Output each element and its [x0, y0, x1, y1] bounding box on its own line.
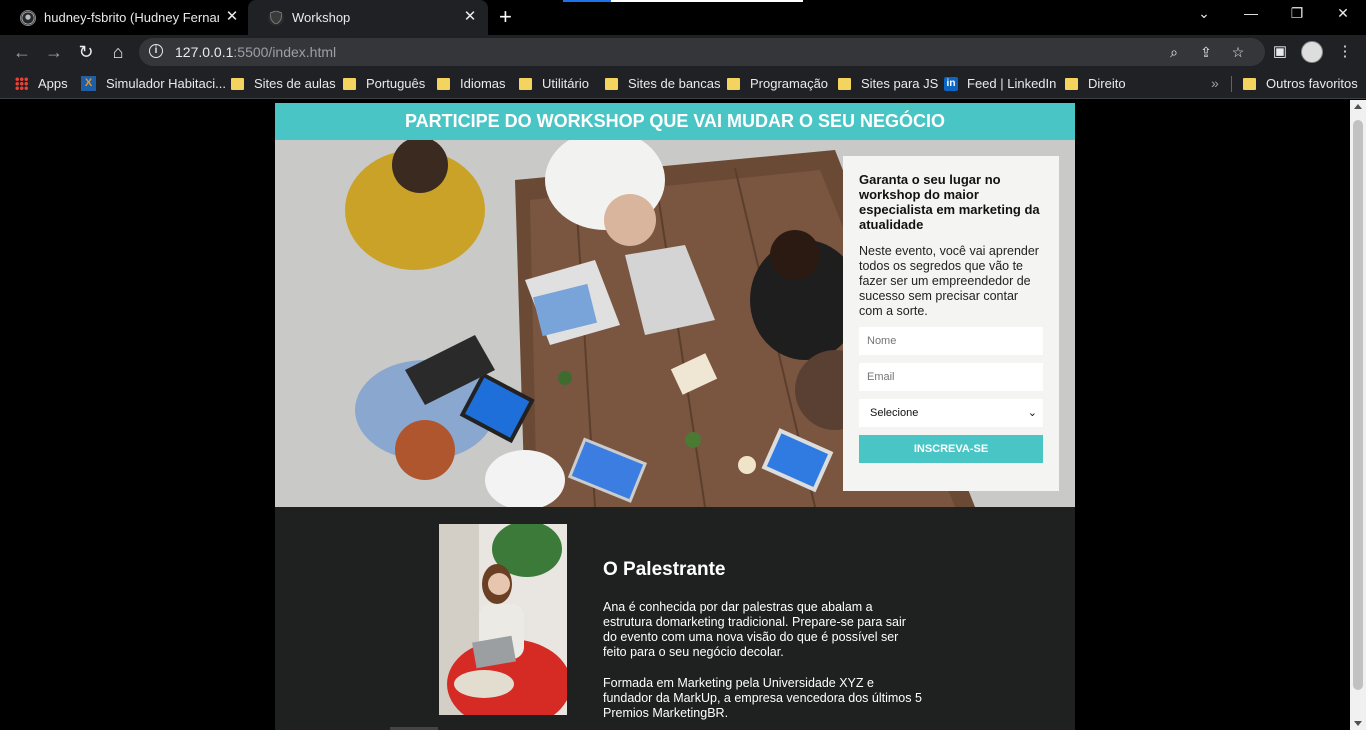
address-bar[interactable]: i 127.0.0.1:5500/index.html ⌕ ⇪ ☆ — [139, 38, 1265, 66]
tab-search-chevron-down-icon[interactable]: ⌄ — [1193, 5, 1215, 22]
bookmark-star-icon[interactable]: ☆ — [1229, 43, 1247, 61]
scroll-up-arrow-icon[interactable] — [1354, 104, 1362, 109]
reload-icon[interactable]: ↻ — [75, 41, 97, 63]
scroll-down-arrow-icon[interactable] — [1354, 721, 1362, 726]
bookmark-label: Feed | LinkedIn — [967, 76, 1057, 91]
speaker-photo — [439, 524, 567, 715]
more-bookmarks-chevron-icon[interactable]: » — [1211, 75, 1219, 91]
folder-icon — [727, 77, 740, 90]
close-icon[interactable]: ✕ — [462, 9, 478, 25]
close-icon[interactable]: ✕ — [224, 9, 240, 25]
bookmarks-divider — [1231, 76, 1232, 92]
option-select[interactable]: Selecione ⌄ — [859, 399, 1043, 427]
bookmark-label: Simulador Habitaci... — [106, 76, 226, 91]
signup-card: Garanta o seu lugar no workshop do maior… — [843, 156, 1059, 491]
email-input[interactable] — [859, 363, 1043, 391]
share-icon[interactable]: ⇪ — [1197, 43, 1215, 61]
menu-kebab-icon[interactable]: ⋮ — [1335, 43, 1355, 63]
bookmark-sites-para-js[interactable]: Sites para JS — [838, 76, 938, 91]
bookmark-portugues[interactable]: Português — [343, 76, 425, 91]
name-input[interactable] — [859, 327, 1043, 355]
subscribe-button[interactable]: INSCREVA-SE — [859, 435, 1043, 463]
tab-github[interactable]: hudney-fsbrito (Hudney Fernand ✕ — [0, 0, 250, 35]
speaker-section: O Palestrante Ana é conhecida por dar pa… — [275, 507, 1075, 730]
signup-heading: Garanta o seu lugar no workshop do maior… — [859, 172, 1040, 232]
scrollbar-thumb[interactable] — [1353, 120, 1363, 690]
folder-icon — [437, 77, 450, 90]
chevron-down-icon: ⌄ — [1027, 407, 1037, 419]
new-tab-plus-icon[interactable]: + — [499, 6, 512, 28]
bookmark-label: Idiomas — [460, 76, 506, 91]
url-text[interactable]: 127.0.0.1:5500/index.html — [175, 44, 336, 60]
url-path: :5500/index.html — [233, 44, 337, 60]
tab-title: Workshop — [292, 10, 351, 25]
bookmark-label: Programação — [750, 76, 829, 91]
bookmark-outros-favoritos[interactable]: Outros favoritos — [1243, 76, 1358, 91]
bookmark-label: Direito — [1088, 76, 1126, 91]
hero-section: Garanta o seu lugar no workshop do maior… — [275, 140, 1075, 507]
bookmark-label: Português — [366, 76, 426, 91]
apps-grid-icon — [15, 77, 28, 90]
browser-titlebar: hudney-fsbrito (Hudney Fernand ✕ Worksho… — [0, 0, 1366, 35]
minimize-icon[interactable]: — — [1240, 5, 1262, 21]
signup-description: Neste evento, você vai aprender todos os… — [859, 244, 1039, 318]
bookmark-linkedin[interactable]: in Feed | LinkedIn — [944, 76, 1056, 91]
bookmark-label: Sites para JS — [861, 76, 939, 91]
shield-icon — [268, 9, 284, 26]
avatar[interactable] — [1301, 41, 1323, 63]
folder-icon — [1065, 77, 1078, 90]
bookmark-simulador[interactable]: X Simulador Habitaci... — [81, 76, 226, 91]
tab-strip-indicator-accent — [563, 0, 611, 2]
back-arrow-icon[interactable]: ← — [11, 41, 33, 63]
restore-icon[interactable]: ❐ — [1286, 5, 1308, 22]
page-scrollbar[interactable] — [1350, 100, 1366, 730]
bookmark-label: Outros favoritos — [1266, 76, 1358, 91]
browser-toolbar: ← → ↻ ⌂ i 127.0.0.1:5500/index.html ⌕ ⇪ … — [0, 35, 1366, 69]
side-panel-icon[interactable]: ▣ — [1270, 43, 1290, 63]
site-info-icon[interactable]: i — [149, 44, 163, 58]
bookmark-sites-de-aulas[interactable]: Sites de aulas — [231, 76, 336, 91]
bookmark-utilitario[interactable]: Utilitário — [519, 76, 589, 91]
bookmark-label: Sites de bancas — [628, 76, 721, 91]
bookmarks-bar: Apps X Simulador Habitaci... Sites de aul… — [0, 69, 1366, 99]
folder-icon — [343, 77, 356, 90]
tab-title: hudney-fsbrito (Hudney Fernand — [44, 10, 219, 25]
bookmark-programacao[interactable]: Programação — [727, 76, 828, 91]
select-value: Selecione — [870, 407, 919, 419]
home-icon[interactable]: ⌂ — [107, 41, 129, 63]
caixa-icon: X — [81, 76, 96, 91]
url-host: 127.0.0.1 — [175, 44, 234, 60]
bookmark-sites-de-bancas[interactable]: Sites de bancas — [605, 76, 721, 91]
folder-icon — [231, 77, 244, 90]
speaker-credentials: Formada em Marketing pela Universidade X… — [603, 676, 922, 720]
folder-icon — [605, 77, 618, 90]
bookmark-direito[interactable]: Direito — [1065, 76, 1126, 91]
bookmark-label: Apps — [38, 76, 68, 91]
linkedin-icon: in — [944, 76, 958, 91]
bookmark-label: Sites de aulas — [254, 76, 336, 91]
page-container: PARTICIPE DO WORKSHOP QUE VAI MUDAR O SE… — [275, 103, 1075, 730]
bookmark-idiomas[interactable]: Idiomas — [437, 76, 506, 91]
forward-arrow-icon[interactable]: → — [43, 41, 65, 63]
page-banner: PARTICIPE DO WORKSHOP QUE VAI MUDAR O SE… — [275, 103, 1075, 140]
page-viewport: PARTICIPE DO WORKSHOP QUE VAI MUDAR O SE… — [0, 100, 1350, 730]
speaker-title: O Palestrante — [603, 559, 726, 580]
speaker-info: O Palestrante Ana é conhecida por dar pa… — [603, 559, 923, 730]
folder-icon — [1243, 77, 1256, 90]
zoom-icon[interactable]: ⌕ — [1165, 43, 1183, 61]
tab-workshop[interactable]: Workshop ✕ — [248, 0, 488, 35]
folder-icon — [838, 77, 851, 90]
speaker-bio: Ana é conhecida por dar palestras que ab… — [603, 600, 906, 659]
bookmark-label: Utilitário — [542, 76, 589, 91]
bookmark-apps[interactable]: Apps — [15, 76, 68, 91]
window-close-icon[interactable]: ✕ — [1332, 5, 1354, 22]
github-icon — [20, 9, 36, 26]
folder-icon — [519, 77, 532, 90]
